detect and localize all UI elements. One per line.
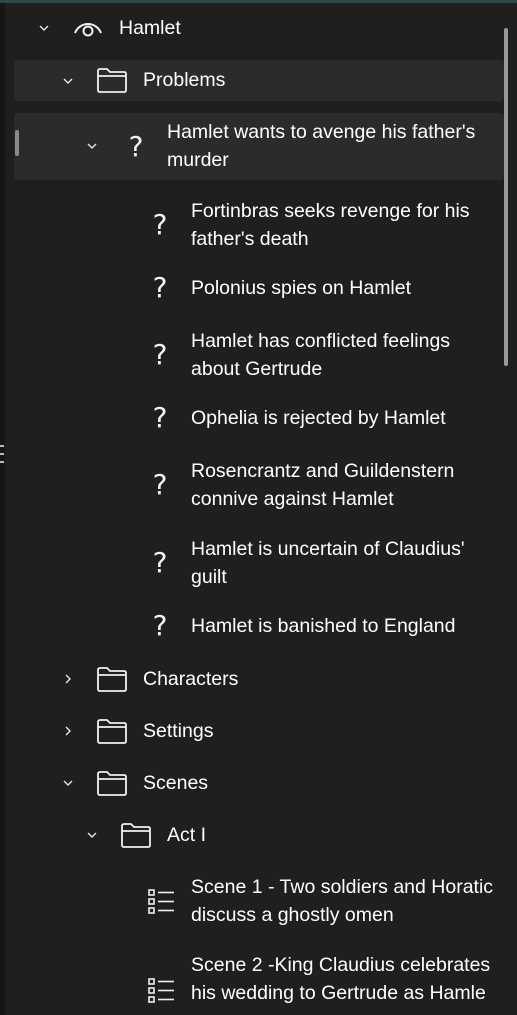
question-icon: ?	[152, 468, 168, 501]
tree-item-sub-problem[interactable]: ? Hamlet has conflicted feelings about G…	[14, 323, 504, 385]
tree-item-problems[interactable]: Problems	[14, 60, 504, 101]
tree-item-label-line1: Polonius spies on Hamlet	[191, 277, 412, 299]
chevron-down-icon[interactable]	[36, 20, 52, 36]
tree-item-scenes[interactable]: Scenes	[14, 763, 504, 803]
tree-item-label-line1: Fortinbras seeks revenge for his	[191, 200, 470, 222]
tree-item-sub-problem[interactable]: ? Ophelia is rejected by Hamlet	[14, 399, 504, 437]
eye-icon	[72, 15, 104, 41]
tree-item-label-line1: Hamlet is banished to England	[191, 615, 456, 637]
tree-item-label-line2: his wedding to Gertrude as Hamle	[191, 982, 486, 1004]
tree-item-act-1[interactable]: Act I	[14, 815, 504, 855]
folder-icon	[96, 717, 128, 745]
tree-item-settings[interactable]: Settings	[14, 711, 504, 751]
tree-item-label: Characters	[143, 668, 239, 690]
selection-indicator	[15, 130, 19, 156]
tree-item-label-line1: Scene 2 -King Claudius celebrates	[191, 954, 491, 976]
folder-icon	[96, 66, 128, 94]
chevron-down-icon[interactable]	[60, 775, 76, 791]
left-edge	[0, 3, 5, 1015]
scene-list-icon	[146, 975, 176, 1005]
tree-item-scene[interactable]: Scene 1 - Two soldiers and Horatic discu…	[14, 869, 504, 931]
folder-icon	[120, 821, 152, 849]
tree-item-label: Scenes	[143, 772, 209, 794]
tree-item-label-line2: discuss a ghostly omen	[191, 904, 394, 926]
question-icon: ?	[152, 401, 168, 434]
tree-item-label-line2: connive against Hamlet	[191, 488, 394, 510]
tree-item-main-problem[interactable]: ? Hamlet wants to avenge his father's mu…	[14, 113, 504, 180]
tree-item-label-line2: murder	[167, 149, 229, 171]
tree-item-sub-problem[interactable]: ? Polonius spies on Hamlet	[14, 269, 504, 307]
tree-item-label: Problems	[143, 69, 226, 91]
tree-item-label-line2: guilt	[191, 566, 227, 588]
outline-tree: Hamlet Problems ? Hamlet wants to avenge…	[6, 3, 511, 1015]
question-icon: ?	[152, 609, 168, 642]
question-icon: ?	[152, 208, 168, 241]
tree-item-sub-problem[interactable]: ? Rosencrantz and Guildenstern connive a…	[14, 453, 504, 515]
tree-item-sub-problem[interactable]: ? Hamlet is uncertain of Claudius' guilt	[14, 531, 504, 593]
chevron-right-icon[interactable]	[60, 671, 76, 687]
tree-item-scene[interactable]: Scene 2 -King Claudius celebrates his we…	[14, 947, 504, 1013]
folder-icon	[96, 769, 128, 797]
tree-item-label-line1: Hamlet wants to avenge his father's	[167, 121, 476, 143]
tree-item-characters[interactable]: Characters	[14, 659, 504, 699]
tree-item-label-line1: Hamlet has conflicted feelings	[191, 330, 451, 352]
tree-item-label-line1: Hamlet is uncertain of Claudius'	[191, 538, 465, 560]
folder-icon	[96, 665, 128, 693]
question-icon: ?	[128, 130, 144, 163]
tree-item-sub-problem[interactable]: ? Fortinbras seeks revenge for his fathe…	[14, 193, 504, 255]
tree-item-label-line2: father's death	[191, 228, 309, 250]
question-icon: ?	[152, 546, 168, 579]
chevron-down-icon[interactable]	[60, 73, 76, 89]
splitter-handle[interactable]	[0, 440, 4, 468]
scene-list-icon	[146, 886, 176, 916]
chevron-down-icon[interactable]	[84, 827, 100, 843]
question-icon: ?	[152, 338, 168, 371]
tree-item-label: Hamlet	[119, 17, 181, 39]
tree-item-label-line1: Rosencrantz and Guildenstern	[191, 460, 455, 482]
tree-item-root[interactable]: Hamlet	[14, 11, 504, 45]
tree-item-sub-problem[interactable]: ? Hamlet is banished to England	[14, 607, 504, 645]
chevron-down-icon[interactable]	[84, 138, 100, 154]
chevron-right-icon[interactable]	[60, 723, 76, 739]
vertical-scrollbar[interactable]	[504, 28, 508, 366]
tree-item-label-line2: about Gertrude	[191, 358, 323, 380]
question-icon: ?	[152, 271, 168, 304]
tree-item-label: Act I	[167, 824, 207, 846]
tree-item-label-line1: Scene 1 - Two soldiers and Horatic	[191, 876, 494, 898]
tree-item-label: Settings	[143, 720, 214, 742]
tree-item-label-line1: Ophelia is rejected by Hamlet	[191, 407, 446, 429]
